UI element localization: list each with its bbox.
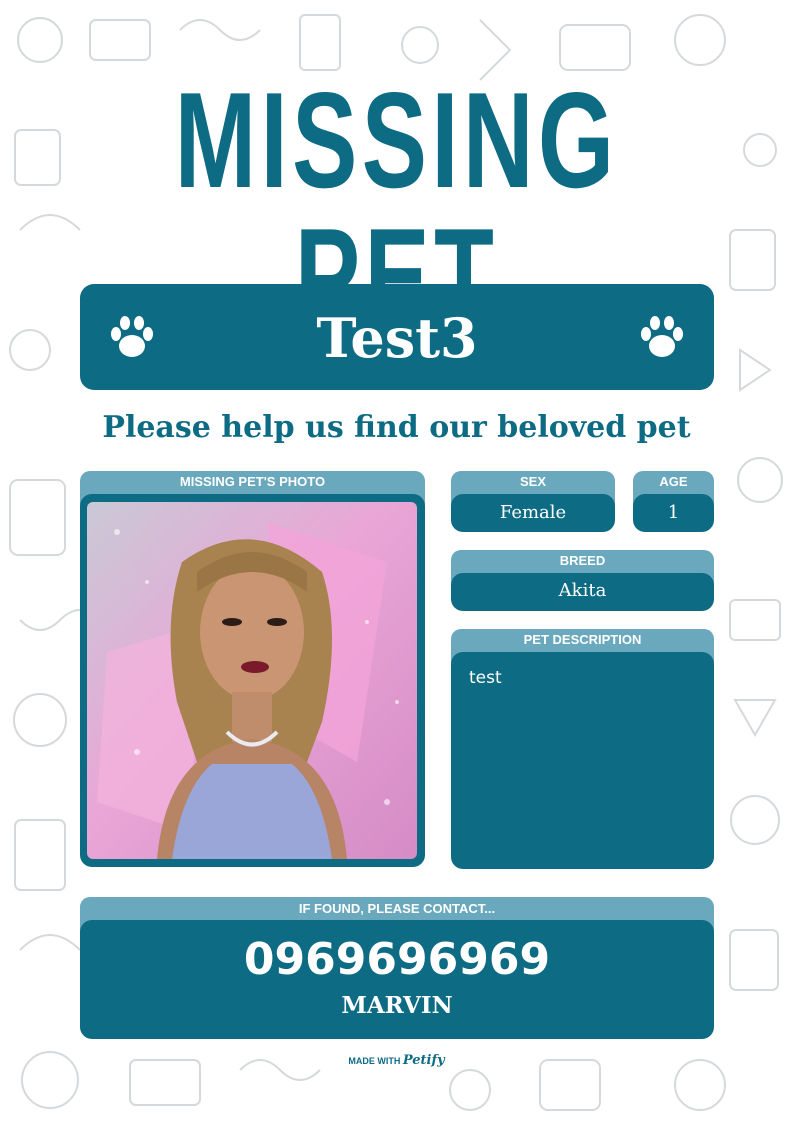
contact-phone: 0969696969: [243, 934, 551, 985]
brand-name: Petify: [402, 1053, 445, 1068]
breed-value: Akita: [451, 573, 714, 611]
pet-name-banner: Test3: [80, 284, 714, 390]
sex-value: Female: [451, 494, 615, 532]
age-value: 1: [633, 494, 714, 532]
description-box: test: [451, 652, 714, 869]
made-with-text: MADE WITH: [348, 1056, 401, 1066]
footer-credit: MADE WITH Petify: [0, 1053, 793, 1068]
poster-subtitle: Please help us find our beloved pet: [102, 410, 691, 445]
contact-box: 0969696969 MARVIN: [80, 920, 714, 1039]
description-value: test: [469, 668, 502, 688]
contact-name: MARVIN: [341, 992, 453, 1019]
pet-name: Test3: [316, 306, 478, 370]
pet-photo: [87, 502, 417, 859]
paw-icon: [641, 316, 683, 357]
